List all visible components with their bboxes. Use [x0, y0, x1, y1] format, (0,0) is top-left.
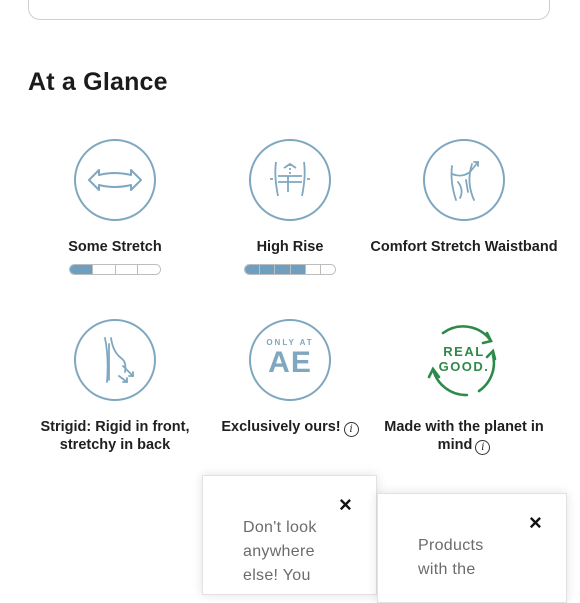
feature-label: Exclusively ours! i — [195, 418, 385, 437]
meter-segment — [138, 265, 160, 274]
stretch-arrows-icon — [74, 139, 156, 221]
feature-real-good: REAL GOOD. Made with the planet in mind i — [369, 319, 559, 455]
feature-high-rise: High Rise — [195, 139, 385, 275]
feature-label-text: Made with the planet in mind — [384, 419, 544, 453]
waistband-stretch-icon — [423, 139, 505, 221]
meter-segment — [115, 265, 139, 274]
close-icon[interactable]: × — [339, 494, 352, 516]
meter-segment — [70, 265, 93, 274]
section-title: At a Glance — [28, 68, 168, 96]
rise-meter — [244, 264, 336, 275]
popup-message: Don't look anywhere else! You — [243, 519, 317, 584]
feature-label: Made with the planet in mind i — [369, 418, 559, 455]
feature-exclusive: ONLY AT AE Exclusively ours! i — [195, 319, 385, 437]
feature-comfort-waistband: Comfort Stretch Waistband — [369, 139, 559, 256]
feature-strigid: Strigid: Rigid in front, stretchy in bac… — [20, 319, 210, 454]
feature-label: Some Stretch — [68, 239, 162, 255]
high-rise-waist-icon — [249, 139, 331, 221]
meter-segment — [320, 265, 335, 274]
real-good-recycle-icon: REAL GOOD. — [423, 319, 505, 401]
meter-segment — [260, 265, 276, 274]
info-icon[interactable]: i — [343, 422, 359, 437]
good-text: GOOD. — [438, 359, 490, 374]
meter-segment — [290, 265, 306, 274]
real-text: REAL — [443, 344, 485, 359]
only-at-ae-icon: ONLY AT AE — [249, 319, 331, 401]
tooltip-popup-planet: × Products with the — [377, 493, 567, 603]
feature-label: High Rise — [256, 239, 324, 255]
feature-some-stretch: Some Stretch — [20, 139, 210, 275]
feature-label: Comfort Stretch Waistband — [370, 239, 558, 255]
info-icon[interactable]: i — [475, 440, 491, 455]
close-icon[interactable]: × — [529, 512, 542, 534]
meter-segment — [275, 265, 291, 274]
feature-label-text: Exclusively ours! — [221, 419, 341, 435]
meter-segment — [92, 265, 116, 274]
tooltip-popup-exclusive: × Don't look anywhere else! You — [202, 475, 377, 595]
stretch-meter — [69, 264, 161, 275]
meter-segment — [305, 265, 321, 274]
search-input-box[interactable] — [28, 0, 550, 20]
meter-segment — [245, 265, 261, 274]
strigid-leg-icon — [74, 319, 156, 401]
popup-message: Products with the — [418, 537, 484, 578]
ae-text: AE — [268, 345, 312, 379]
feature-label: Strigid: Rigid in front, stretchy in bac… — [40, 419, 190, 453]
